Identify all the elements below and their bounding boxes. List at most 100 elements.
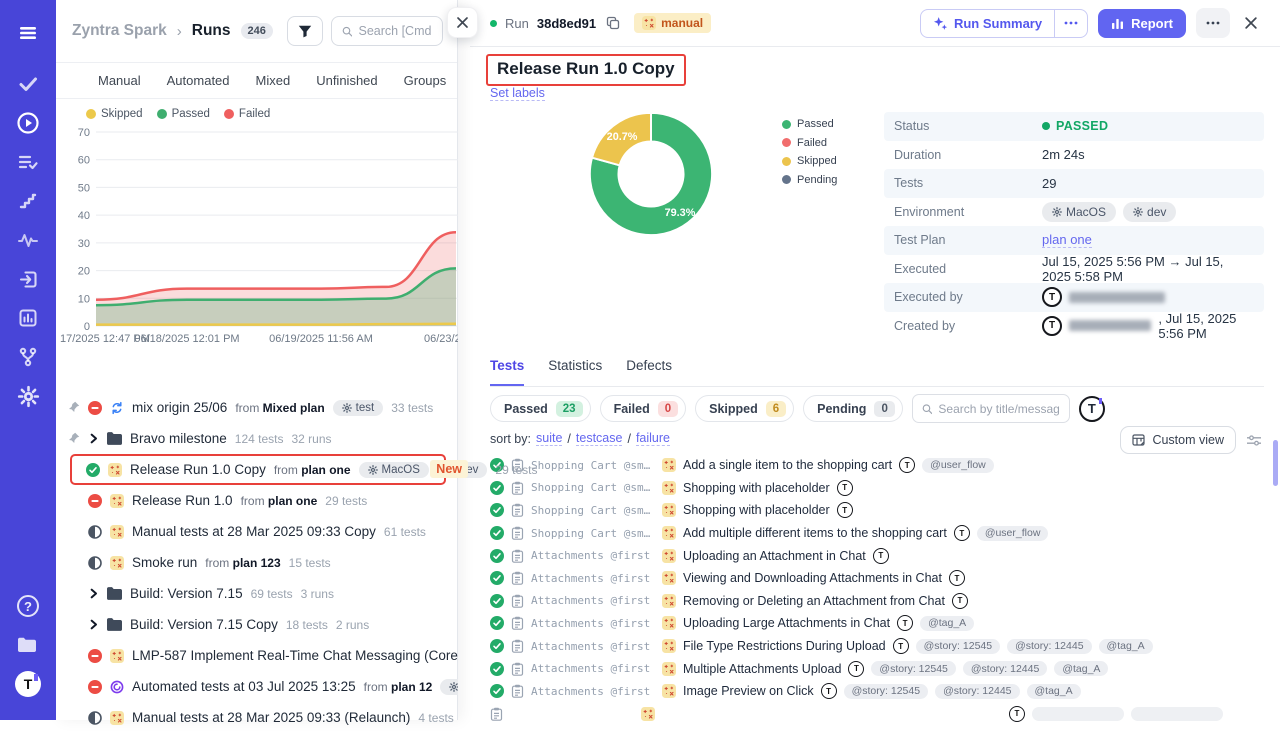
testcase-icon xyxy=(490,707,503,721)
run-row[interactable]: Automated tests at 03 Jul 2025 13:25from… xyxy=(56,671,458,702)
run-row[interactable]: Build: Version 7.15 Copy18 tests2 runs xyxy=(56,609,458,640)
more-actions-button[interactable] xyxy=(1196,8,1230,38)
test-tag: @story: 12445 xyxy=(935,684,1019,699)
test-row[interactable]: Attachments @firstMultiple Attachments U… xyxy=(490,657,1270,680)
run-detail-header: Run 38d8ed91 manual Run Summary Report xyxy=(470,0,1280,47)
runs-tab-mixed[interactable]: Mixed xyxy=(256,73,291,88)
run-row[interactable]: Manual tests at 28 Mar 2025 09:33 Copy61… xyxy=(56,516,458,547)
checkmark-icon[interactable] xyxy=(11,67,45,101)
sliders-icon[interactable] xyxy=(1246,434,1262,447)
runs-tab-automated[interactable]: Automated xyxy=(167,73,230,88)
tab-statistics[interactable]: Statistics xyxy=(548,358,602,386)
run-row[interactable]: Release Run 1.0from plan one29 tests xyxy=(56,485,458,516)
filter-skipped[interactable]: Skipped6 xyxy=(695,395,794,422)
test-cases-icon[interactable] xyxy=(11,145,45,179)
activity-pulse-icon[interactable] xyxy=(11,223,45,257)
result-donut-chart: 79.3%20.7% xyxy=(580,103,722,245)
run-type-manual-icon xyxy=(110,556,124,570)
filter-failed[interactable]: Failed0 xyxy=(600,395,687,422)
chart-legend: SkippedPassedFailed xyxy=(86,108,270,120)
run-status-in_progress-icon xyxy=(88,525,102,539)
run-row[interactable]: LMP-587 Implement Real-Time Chat Messagi… xyxy=(56,640,458,671)
manual-test-icon xyxy=(662,481,676,495)
runs-tab-groups[interactable]: Groups xyxy=(404,73,447,88)
manual-test-icon xyxy=(662,571,676,585)
testcase-icon xyxy=(511,549,524,563)
filter-pending[interactable]: Pending0 xyxy=(803,395,903,422)
user-avatar[interactable]: T xyxy=(11,667,45,701)
report-button[interactable]: Report xyxy=(1098,9,1186,38)
projects-folder-icon[interactable] xyxy=(11,628,45,662)
settings-gear-icon[interactable] xyxy=(11,379,45,413)
env-badge: dev xyxy=(1123,202,1176,222)
run-row[interactable]: Release Run 1.0 Copyfrom plan oneMacOSde… xyxy=(70,454,446,485)
run-summary-button[interactable]: Run Summary xyxy=(921,10,1054,37)
test-title: Image Preview on Click xyxy=(683,684,814,698)
run-status-blocked-icon xyxy=(88,680,102,694)
tests-search[interactable] xyxy=(912,394,1070,423)
scrollbar-thumb[interactable] xyxy=(1273,440,1278,486)
manual-test-icon xyxy=(662,616,676,630)
custom-view-button[interactable]: Custom view xyxy=(1120,426,1236,454)
filter-passed[interactable]: Passed23 xyxy=(490,395,591,422)
run-row[interactable]: Smoke runfrom plan 12315 tests xyxy=(56,547,458,578)
manual-test-icon xyxy=(641,707,655,721)
set-labels-link[interactable]: Set labels xyxy=(490,86,545,101)
reports-icon[interactable] xyxy=(11,301,45,335)
runs-panel: Zyntra Spark › Runs 246 ManualAutomatedM… xyxy=(56,0,458,720)
runs-tab-unfinished[interactable]: Unfinished xyxy=(316,73,377,88)
gear-icon xyxy=(449,682,458,692)
import-icon[interactable] xyxy=(11,262,45,296)
svg-text:30: 30 xyxy=(78,238,90,250)
close-runs-panel-button[interactable] xyxy=(447,7,478,38)
runs-tab-manual[interactable]: Manual xyxy=(98,73,141,88)
test-row[interactable]: Attachments @firstRemoving or Deleting a… xyxy=(490,590,1270,613)
ellipsis-icon xyxy=(1206,21,1220,25)
run-meta: 69 tests xyxy=(251,587,293,601)
runs-search[interactable] xyxy=(331,16,443,46)
test-tag: @tag_A xyxy=(920,616,974,631)
test-row-partial[interactable]: T xyxy=(490,703,1270,726)
sort-by-testcase[interactable]: testcase xyxy=(576,431,623,446)
integrations-branch-icon[interactable] xyxy=(11,340,45,374)
test-tag: @story: 12545 xyxy=(844,684,928,699)
test-row[interactable]: Shopping Cart @smallAdd a single item to… xyxy=(490,454,1270,477)
runs-play-icon[interactable] xyxy=(11,106,45,140)
info-row-created-by: Created byT, Jul 15, 2025 5:56 PM xyxy=(884,312,1264,341)
test-row[interactable]: Attachments @firstUploading Large Attach… xyxy=(490,612,1270,635)
test-suite: Attachments @first xyxy=(531,549,655,562)
test-row[interactable]: Attachments @firstViewing and Downloadin… xyxy=(490,567,1270,590)
help-icon[interactable]: ? xyxy=(11,589,45,623)
run-name: Automated tests at 03 Jul 2025 13:25 xyxy=(132,679,356,694)
test-plan-link[interactable]: plan one xyxy=(1042,232,1092,248)
donut-legend-pending: Pending xyxy=(782,174,837,186)
filter-button[interactable] xyxy=(287,16,323,46)
run-row[interactable]: Manual tests at 28 Mar 2025 09:33 (Relau… xyxy=(56,702,458,733)
run-row[interactable]: Bravo milestone124 tests32 runs xyxy=(56,423,458,454)
tests-search-input[interactable] xyxy=(938,402,1059,416)
runs-search-input[interactable] xyxy=(358,24,432,38)
test-row[interactable]: Shopping Cart @smallAdd multiple differe… xyxy=(490,522,1270,545)
test-passed-icon xyxy=(490,526,504,540)
sort-by-suite[interactable]: suite xyxy=(536,431,562,446)
close-run-detail-button[interactable] xyxy=(1240,12,1262,34)
tab-defects[interactable]: Defects xyxy=(626,358,672,386)
breadcrumb-project[interactable]: Zyntra Spark xyxy=(72,22,167,40)
test-row[interactable]: Shopping Cart @smallShopping with placeh… xyxy=(490,499,1270,522)
assignee-avatar-button[interactable]: T xyxy=(1079,396,1105,422)
steps-icon[interactable] xyxy=(11,184,45,218)
run-summary-more-button[interactable] xyxy=(1054,10,1087,37)
test-row[interactable]: Attachments @firstImage Preview on Click… xyxy=(490,680,1270,703)
menu-icon[interactable] xyxy=(11,16,45,50)
test-tag: @story: 12445 xyxy=(1007,639,1091,654)
test-row[interactable]: Attachments @firstFile Type Restrictions… xyxy=(490,635,1270,658)
run-row[interactable]: Build: Version 7.1569 tests3 runs xyxy=(56,578,458,609)
test-row[interactable]: Attachments @firstUploading an Attachmen… xyxy=(490,544,1270,567)
run-row[interactable]: mix origin 25/06from Mixed plantest33 te… xyxy=(56,392,458,423)
chevron-right-icon xyxy=(88,588,99,599)
sort-by-failure[interactable]: failure xyxy=(636,431,670,446)
test-row[interactable]: Shopping Cart @smallShopping with placeh… xyxy=(490,477,1270,500)
copy-run-id-button[interactable] xyxy=(606,16,620,30)
tab-tests[interactable]: Tests xyxy=(490,358,524,386)
run-status-in_progress-icon xyxy=(88,556,102,570)
